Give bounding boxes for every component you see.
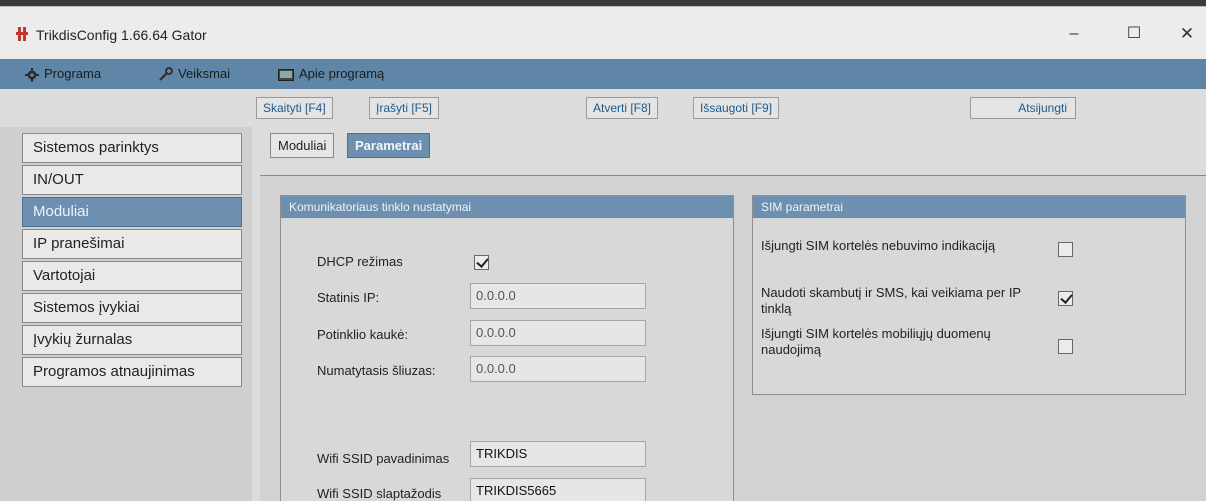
write-button[interactable]: Įrašyti [F5] bbox=[369, 97, 440, 119]
static-ip-field[interactable]: 0.0.0.0 bbox=[470, 283, 646, 309]
wifi-password-field[interactable]: TRIKDIS5665 bbox=[470, 478, 646, 501]
menu-programa-label: Programa bbox=[44, 66, 102, 81]
close-button[interactable]: ✕ bbox=[1167, 20, 1206, 48]
network-panel-title: Komunikatoriaus tinklo nustatymai bbox=[281, 196, 733, 218]
maximize-button[interactable]: ☐ bbox=[1114, 20, 1154, 48]
window-title: TrikdisConfig 1.66.64 Gator bbox=[36, 27, 207, 43]
menu-veiksmai-label: Veiksmai bbox=[178, 66, 231, 81]
dhcp-label: DHCP režimas bbox=[317, 254, 403, 269]
app-logo-icon bbox=[16, 27, 28, 41]
wrench-icon bbox=[159, 67, 173, 81]
sim-mobile-data-checkbox[interactable] bbox=[1058, 339, 1073, 354]
gear-icon bbox=[25, 67, 39, 82]
sidebar-item-moduliai[interactable]: Moduliai bbox=[22, 197, 242, 227]
minimize-button[interactable]: – bbox=[1054, 20, 1094, 48]
menu-bar: Programa Veiksmai Apie programą bbox=[0, 59, 1206, 89]
menu-veiksmai[interactable]: Veiksmai bbox=[158, 59, 230, 89]
gateway-label: Numatytasis šliuzas: bbox=[317, 363, 436, 378]
monitor-icon bbox=[278, 68, 294, 81]
tab-parametrai[interactable]: Parametrai bbox=[347, 133, 431, 158]
network-settings-panel: Komunikatoriaus tinklo nustatymai DHCP r… bbox=[280, 195, 734, 501]
menu-apie-programa[interactable]: Apie programą bbox=[278, 59, 384, 89]
sms-over-ip-checkbox[interactable] bbox=[1058, 291, 1073, 306]
gateway-field[interactable]: 0.0.0.0 bbox=[470, 356, 646, 382]
open-button[interactable]: Atverti [F8] bbox=[586, 97, 659, 119]
wifi-ssid-field[interactable]: TRIKDIS bbox=[470, 441, 646, 467]
subnet-label: Potinklio kaukė: bbox=[317, 327, 409, 342]
subnet-field[interactable]: 0.0.0.0 bbox=[470, 320, 646, 346]
wifi-ssid-label: Wifi SSID pavadinimas bbox=[317, 451, 450, 466]
sim-absence-indication-label: Išjungti SIM kortelės nebuvimo indikacij… bbox=[761, 238, 996, 253]
sim-mobile-data-label: Išjungti SIM kortelės mobiliųjų duomenų … bbox=[761, 326, 991, 357]
sidebar-item-sistemos-parinktys[interactable]: Sistemos parinktys bbox=[22, 133, 242, 163]
sidebar-item-programos-atnaujinimas[interactable]: Programos atnaujinimas bbox=[22, 357, 242, 387]
sidebar: Sistemos parinktys IN/OUT Moduliai IP pr… bbox=[0, 127, 252, 501]
menu-programa[interactable]: Programa bbox=[25, 59, 101, 89]
disconnect-button[interactable]: Atsijungti bbox=[970, 97, 1076, 119]
sidebar-item-ivykiu-zurnalas[interactable]: Įvykių žurnalas bbox=[22, 325, 242, 355]
sms-over-ip-label: Naudoti skambutį ir SMS, kai veikiama pe… bbox=[761, 285, 1021, 316]
sidebar-item-ip-pranesimai[interactable]: IP pranešimai bbox=[22, 229, 242, 259]
read-button[interactable]: Skaityti [F4] bbox=[256, 97, 333, 119]
tab-content: Komunikatoriaus tinklo nustatymai DHCP r… bbox=[260, 175, 1206, 501]
main-area: Moduliai Parametrai Komunikatoriaus tink… bbox=[252, 127, 1206, 501]
menu-apie-programa-label: Apie programą bbox=[299, 66, 385, 81]
app-window: TrikdisConfig 1.66.64 Gator – ☐ ✕ Progra… bbox=[0, 6, 1206, 501]
dhcp-checkbox[interactable] bbox=[474, 255, 489, 270]
static-ip-label: Statinis IP: bbox=[317, 290, 380, 305]
tab-moduliai[interactable]: Moduliai bbox=[270, 133, 335, 158]
wifi-password-label: Wifi SSID slaptažodis bbox=[317, 486, 442, 501]
sidebar-item-in-out[interactable]: IN/OUT bbox=[22, 165, 242, 195]
sim-absence-indication-checkbox[interactable] bbox=[1058, 242, 1073, 257]
sim-panel-title: SIM parametrai bbox=[753, 196, 1185, 218]
sim-parameters-panel: SIM parametrai Išjungti SIM kortelės neb… bbox=[752, 195, 1186, 395]
title-bar: TrikdisConfig 1.66.64 Gator – ☐ ✕ bbox=[0, 6, 1206, 59]
sidebar-item-sistemos-ivykiai[interactable]: Sistemos įvykiai bbox=[22, 293, 242, 323]
save-button[interactable]: Išsaugoti [F9] bbox=[693, 97, 780, 119]
sidebar-item-vartotojai[interactable]: Vartotojai bbox=[22, 261, 242, 291]
toolbar: Skaityti [F4] Įrašyti [F5] Atverti [F8] … bbox=[0, 89, 1206, 127]
